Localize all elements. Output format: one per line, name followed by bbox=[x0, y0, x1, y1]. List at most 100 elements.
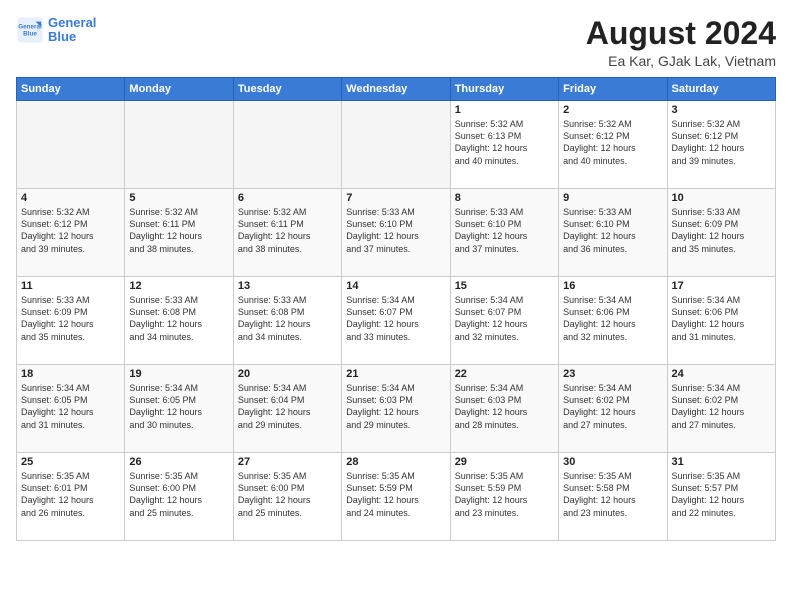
calendar-cell: 17 Sunrise: 5:34 AM Sunset: 6:06 PM Dayli… bbox=[667, 277, 775, 365]
calendar-cell: 8Sunrise: 5:33 AM Sunset: 6:10 PM Daylig… bbox=[450, 189, 558, 277]
calendar-cell: 11Sunrise: 5:33 AM Sunset: 6:09 PM Dayli… bbox=[17, 277, 125, 365]
logo-icon: General Blue bbox=[16, 16, 44, 44]
day-info: Sunrise: 5:33 AM Sunset: 6:08 PM Dayligh… bbox=[238, 294, 337, 343]
day-number: 18 bbox=[21, 368, 120, 380]
day-number: 14 bbox=[346, 280, 445, 292]
calendar-week-row: 18 Sunrise: 5:34 AM Sunset: 6:05 PM Dayli… bbox=[17, 365, 776, 453]
calendar-cell: 27Sunrise: 5:35 AM Sunset: 6:00 PM Dayli… bbox=[233, 453, 341, 541]
day-number: 5 bbox=[129, 192, 228, 204]
calendar-cell bbox=[342, 101, 450, 189]
day-number: 2 bbox=[563, 104, 662, 116]
day-number: 26 bbox=[129, 456, 228, 468]
day-info: Sunrise: 5:35 AM Sunset: 6:00 PM Dayligh… bbox=[129, 470, 228, 519]
day-number: 30 bbox=[563, 456, 662, 468]
calendar-cell: 4 Sunrise: 5:32 AM Sunset: 6:12 PM Daylig… bbox=[17, 189, 125, 277]
day-number: 3 bbox=[672, 104, 771, 116]
calendar-cell bbox=[233, 101, 341, 189]
main-title: August 2024 bbox=[586, 16, 776, 51]
day-info: Sunrise: 5:34 AM Sunset: 6:05 PM Dayligh… bbox=[21, 382, 120, 431]
col-sunday: Sunday bbox=[17, 78, 125, 101]
calendar-cell: 20Sunrise: 5:34 AM Sunset: 6:04 PM Dayli… bbox=[233, 365, 341, 453]
title-block: August 2024 Ea Kar, GJak Lak, Vietnam bbox=[586, 16, 776, 69]
day-info: Sunrise: 5:35 AM Sunset: 5:58 PM Dayligh… bbox=[563, 470, 662, 519]
day-number: 16 bbox=[563, 280, 662, 292]
day-info: Sunrise: 5:35 AM Sunset: 6:01 PM Dayligh… bbox=[21, 470, 120, 519]
day-number: 17 bbox=[672, 280, 771, 292]
day-number: 11 bbox=[21, 280, 120, 292]
day-number: 1 bbox=[455, 104, 554, 116]
day-number: 31 bbox=[672, 456, 771, 468]
day-info: Sunrise: 5:34 AM Sunset: 6:07 PM Dayligh… bbox=[346, 294, 445, 343]
calendar-table: Sunday Monday Tuesday Wednesday Thursday… bbox=[16, 77, 776, 541]
calendar-cell: 22Sunrise: 5:34 AM Sunset: 6:03 PM Dayli… bbox=[450, 365, 558, 453]
subtitle: Ea Kar, GJak Lak, Vietnam bbox=[586, 53, 776, 69]
day-number: 10 bbox=[672, 192, 771, 204]
calendar-week-row: 4 Sunrise: 5:32 AM Sunset: 6:12 PM Daylig… bbox=[17, 189, 776, 277]
col-monday: Monday bbox=[125, 78, 233, 101]
day-number: 24 bbox=[672, 368, 771, 380]
logo-text: General Blue bbox=[48, 16, 96, 45]
logo: General Blue General Blue bbox=[16, 16, 96, 45]
day-number: 12 bbox=[129, 280, 228, 292]
day-info: Sunrise: 5:35 AM Sunset: 5:59 PM Dayligh… bbox=[455, 470, 554, 519]
calendar-cell: 7Sunrise: 5:33 AM Sunset: 6:10 PM Daylig… bbox=[342, 189, 450, 277]
col-tuesday: Tuesday bbox=[233, 78, 341, 101]
calendar-week-row: 1 Sunrise: 5:32 AM Sunset: 6:13 PM Daylig… bbox=[17, 101, 776, 189]
day-number: 20 bbox=[238, 368, 337, 380]
day-number: 8 bbox=[455, 192, 554, 204]
calendar-cell: 30 Sunrise: 5:35 AM Sunset: 5:58 PM Dayli… bbox=[559, 453, 667, 541]
calendar-cell: 5Sunrise: 5:32 AM Sunset: 6:11 PM Daylig… bbox=[125, 189, 233, 277]
calendar-week-row: 11Sunrise: 5:33 AM Sunset: 6:09 PM Dayli… bbox=[17, 277, 776, 365]
svg-text:General: General bbox=[18, 24, 42, 31]
calendar-cell: 15 Sunrise: 5:34 AM Sunset: 6:07 PM Dayli… bbox=[450, 277, 558, 365]
col-wednesday: Wednesday bbox=[342, 78, 450, 101]
calendar-cell: 16 Sunrise: 5:34 AM Sunset: 6:06 PM Dayli… bbox=[559, 277, 667, 365]
col-thursday: Thursday bbox=[450, 78, 558, 101]
day-number: 27 bbox=[238, 456, 337, 468]
calendar-cell: 23 Sunrise: 5:34 AM Sunset: 6:02 PM Dayli… bbox=[559, 365, 667, 453]
calendar-cell: 18 Sunrise: 5:34 AM Sunset: 6:05 PM Dayli… bbox=[17, 365, 125, 453]
day-info: Sunrise: 5:34 AM Sunset: 6:02 PM Dayligh… bbox=[672, 382, 771, 431]
day-info: Sunrise: 5:34 AM Sunset: 6:06 PM Dayligh… bbox=[672, 294, 771, 343]
day-info: Sunrise: 5:32 AM Sunset: 6:13 PM Dayligh… bbox=[455, 118, 554, 167]
day-info: Sunrise: 5:34 AM Sunset: 6:06 PM Dayligh… bbox=[563, 294, 662, 343]
svg-text:Blue: Blue bbox=[23, 31, 37, 38]
day-info: Sunrise: 5:32 AM Sunset: 6:12 PM Dayligh… bbox=[672, 118, 771, 167]
calendar-cell: 12 Sunrise: 5:33 AM Sunset: 6:08 PM Dayli… bbox=[125, 277, 233, 365]
day-number: 9 bbox=[563, 192, 662, 204]
calendar-cell: 10Sunrise: 5:33 AM Sunset: 6:09 PM Dayli… bbox=[667, 189, 775, 277]
day-number: 4 bbox=[21, 192, 120, 204]
day-number: 15 bbox=[455, 280, 554, 292]
calendar-cell: 1 Sunrise: 5:32 AM Sunset: 6:13 PM Daylig… bbox=[450, 101, 558, 189]
col-saturday: Saturday bbox=[667, 78, 775, 101]
day-info: Sunrise: 5:34 AM Sunset: 6:07 PM Dayligh… bbox=[455, 294, 554, 343]
day-number: 29 bbox=[455, 456, 554, 468]
day-info: Sunrise: 5:33 AM Sunset: 6:10 PM Dayligh… bbox=[563, 206, 662, 255]
day-info: Sunrise: 5:33 AM Sunset: 6:08 PM Dayligh… bbox=[129, 294, 228, 343]
day-number: 19 bbox=[129, 368, 228, 380]
calendar-cell bbox=[17, 101, 125, 189]
calendar-cell: 13Sunrise: 5:33 AM Sunset: 6:08 PM Dayli… bbox=[233, 277, 341, 365]
page-header: General Blue General Blue August 2024 Ea… bbox=[16, 16, 776, 69]
calendar-cell: 14 Sunrise: 5:34 AM Sunset: 6:07 PM Dayli… bbox=[342, 277, 450, 365]
calendar-cell: 31Sunrise: 5:35 AM Sunset: 5:57 PM Dayli… bbox=[667, 453, 775, 541]
calendar-cell: 28Sunrise: 5:35 AM Sunset: 5:59 PM Dayli… bbox=[342, 453, 450, 541]
calendar-cell: 24 Sunrise: 5:34 AM Sunset: 6:02 PM Dayli… bbox=[667, 365, 775, 453]
day-info: Sunrise: 5:34 AM Sunset: 6:03 PM Dayligh… bbox=[455, 382, 554, 431]
calendar-cell: 2Sunrise: 5:32 AM Sunset: 6:12 PM Daylig… bbox=[559, 101, 667, 189]
calendar-week-row: 25 Sunrise: 5:35 AM Sunset: 6:01 PM Dayli… bbox=[17, 453, 776, 541]
col-friday: Friday bbox=[559, 78, 667, 101]
day-info: Sunrise: 5:35 AM Sunset: 5:59 PM Dayligh… bbox=[346, 470, 445, 519]
calendar-cell: 6Sunrise: 5:32 AM Sunset: 6:11 PM Daylig… bbox=[233, 189, 341, 277]
calendar-cell bbox=[125, 101, 233, 189]
day-number: 23 bbox=[563, 368, 662, 380]
day-info: Sunrise: 5:32 AM Sunset: 6:12 PM Dayligh… bbox=[21, 206, 120, 255]
day-number: 25 bbox=[21, 456, 120, 468]
days-header-row: Sunday Monday Tuesday Wednesday Thursday… bbox=[17, 78, 776, 101]
day-info: Sunrise: 5:34 AM Sunset: 6:03 PM Dayligh… bbox=[346, 382, 445, 431]
calendar-cell: 26 Sunrise: 5:35 AM Sunset: 6:00 PM Dayli… bbox=[125, 453, 233, 541]
day-number: 7 bbox=[346, 192, 445, 204]
calendar-cell: 25 Sunrise: 5:35 AM Sunset: 6:01 PM Dayli… bbox=[17, 453, 125, 541]
day-info: Sunrise: 5:34 AM Sunset: 6:02 PM Dayligh… bbox=[563, 382, 662, 431]
calendar-cell: 29 Sunrise: 5:35 AM Sunset: 5:59 PM Dayli… bbox=[450, 453, 558, 541]
